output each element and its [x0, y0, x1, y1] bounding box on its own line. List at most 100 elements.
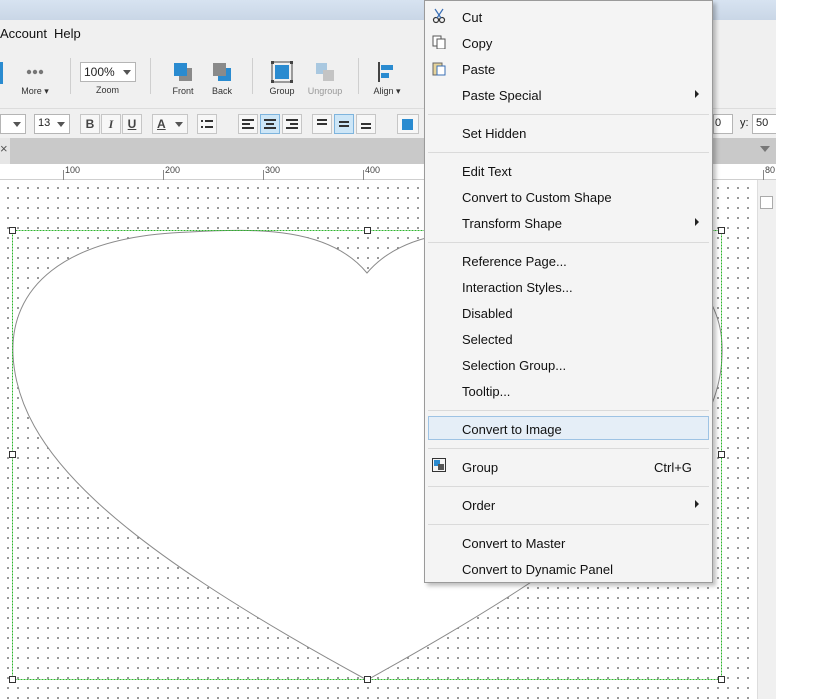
vertical-scrollbar[interactable] [757, 180, 776, 699]
close-tab-icon[interactable]: × [0, 141, 8, 156]
bullet-list-icon [201, 120, 213, 128]
resize-handle-ne[interactable] [718, 227, 725, 234]
valign-middle-button[interactable] [334, 114, 354, 134]
menu-item-reference-page[interactable]: Reference Page... [462, 254, 567, 269]
resize-handle-n[interactable] [364, 227, 371, 234]
menu-item-transform-shape[interactable]: Transform Shape [462, 216, 562, 231]
zoom-select[interactable]: 100% [80, 62, 136, 82]
fill-color-button[interactable] [397, 114, 419, 134]
ruler-label: 400 [365, 165, 381, 175]
ungroup-label: Ungroup [307, 86, 343, 96]
menu-item-convert-dynamic-panel[interactable]: Convert to Dynamic Panel [462, 562, 613, 577]
chevron-down-icon [175, 122, 183, 127]
menu-separator [428, 242, 709, 243]
menu-help[interactable]: Help [54, 26, 81, 41]
copy-icon [432, 35, 446, 52]
valign-bottom-button[interactable] [356, 114, 376, 134]
toolbar-separator [358, 58, 359, 94]
ruler-label: 300 [265, 165, 281, 175]
ruler-tick [263, 170, 264, 180]
ruler-tick [163, 170, 164, 180]
chevron-down-icon [57, 122, 65, 127]
menu-item-group[interactable]: Group [462, 460, 498, 475]
resize-handle-sw[interactable] [9, 676, 16, 683]
toolbar-separator [70, 58, 71, 94]
resize-handle-nw[interactable] [9, 227, 16, 234]
valign-middle-icon [339, 121, 349, 127]
zoom-value: 100% [84, 65, 115, 79]
ruler-label: 100 [65, 165, 81, 175]
menu-item-selection-group[interactable]: Selection Group... [462, 358, 566, 373]
menu-item-selected[interactable]: Selected [462, 332, 513, 347]
y-label: y: [740, 117, 749, 129]
toolbar-separator [252, 58, 253, 94]
send-back-icon [211, 61, 233, 83]
menu-item-order[interactable]: Order [462, 498, 495, 513]
submenu-arrow-icon [695, 500, 699, 508]
more-dots-icon [24, 61, 46, 83]
align-text-center-button[interactable] [260, 114, 280, 134]
valign-top-icon [317, 119, 327, 125]
menu-item-convert-image[interactable]: Convert to Image [462, 422, 562, 437]
x-value: 0 [715, 117, 722, 129]
font-size-value: 13 [38, 117, 51, 129]
underline-button[interactable]: U [122, 114, 142, 134]
group-icon [271, 61, 293, 83]
menu-separator [428, 486, 709, 487]
chevron-down-icon [13, 122, 21, 127]
menu-item-copy[interactable]: Copy [462, 36, 492, 51]
valign-bottom-icon [361, 123, 371, 129]
menu-item-convert-master[interactable]: Convert to Master [462, 536, 565, 551]
x-position-input[interactable]: 0 [713, 114, 733, 134]
menu-separator [428, 410, 709, 411]
resize-handle-w[interactable] [9, 451, 16, 458]
group-shortcut: Ctrl+G [654, 460, 692, 475]
window-edge [776, 0, 819, 699]
resize-handle-s[interactable] [364, 676, 371, 683]
menu-item-cut[interactable]: Cut [462, 10, 482, 25]
zoom-label: Zoom [96, 85, 120, 95]
text-align-center-icon [264, 119, 276, 129]
font-size-select[interactable]: 13 [34, 114, 70, 134]
ruler-tick [63, 170, 64, 180]
align-text-right-button[interactable] [282, 114, 302, 134]
menu-separator [428, 448, 709, 449]
more-button[interactable]: More ▾ [12, 55, 58, 103]
font-color-button[interactable]: A [152, 114, 188, 134]
bold-button[interactable]: B [80, 114, 100, 134]
partial-icon [0, 62, 3, 84]
resize-handle-e[interactable] [718, 451, 725, 458]
tab-dropdown-icon[interactable] [760, 146, 770, 152]
menu-separator [428, 524, 709, 525]
y-value: 50 [756, 117, 769, 129]
align-text-left-button[interactable] [238, 114, 258, 134]
menu-item-interaction-styles[interactable]: Interaction Styles... [462, 280, 573, 295]
menu-account[interactable]: Account [0, 26, 47, 41]
ruler-tick [763, 170, 764, 180]
chevron-down-icon [123, 70, 131, 75]
ruler-tick [363, 170, 364, 180]
group-button[interactable]: Group [259, 55, 305, 103]
menu-item-paste-special[interactable]: Paste Special [462, 88, 542, 103]
text-align-right-icon [286, 119, 298, 129]
submenu-arrow-icon [695, 218, 699, 226]
font-family-select[interactable] [0, 114, 26, 134]
ungroup-icon [314, 61, 336, 83]
scrollbar-thumb[interactable] [760, 196, 773, 209]
back-button[interactable]: Back [199, 55, 245, 103]
more-label: More ▾ [21, 86, 49, 96]
menu-item-convert-custom-shape[interactable]: Convert to Custom Shape [462, 190, 612, 205]
scissors-icon [432, 8, 446, 27]
valign-top-button[interactable] [312, 114, 332, 134]
menu-item-edit-text[interactable]: Edit Text [462, 164, 512, 179]
fill-swatch [402, 119, 413, 130]
ungroup-button[interactable]: Ungroup [302, 55, 348, 103]
bullet-list-button[interactable] [197, 114, 217, 134]
resize-handle-se[interactable] [718, 676, 725, 683]
menu-item-set-hidden[interactable]: Set Hidden [462, 126, 526, 141]
align-button[interactable]: Align ▾ [364, 55, 410, 103]
menu-item-disabled[interactable]: Disabled [462, 306, 513, 321]
menu-item-tooltip[interactable]: Tooltip... [462, 384, 510, 399]
menu-item-paste[interactable]: Paste [462, 62, 495, 77]
italic-button[interactable]: I [101, 114, 121, 134]
